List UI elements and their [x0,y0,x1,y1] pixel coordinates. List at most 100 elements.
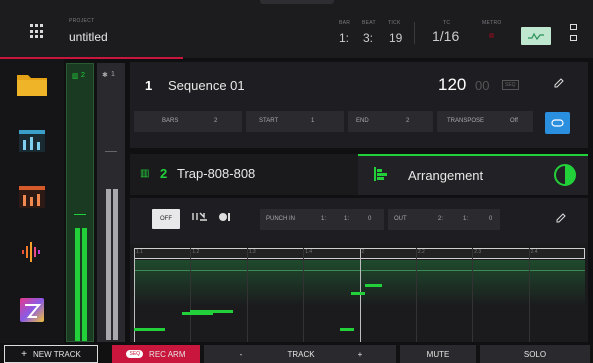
bar-label: BAR [339,20,351,26]
bars-field[interactable]: BARS 2 [134,111,242,132]
loop-icon [551,119,564,127]
level-meter-right [113,189,118,340]
play-stop-icon[interactable] [216,210,232,229]
timeline-tick-label: 1.3 [248,249,256,255]
mixer-strip-track-1[interactable]: ✱ 1 [97,63,125,342]
beat-gridline [303,248,305,342]
edit-pencil-icon[interactable] [552,76,566,95]
mixer-icon[interactable] [15,128,49,154]
arrangement-progress-icon[interactable] [553,163,577,192]
end-label: END [356,118,369,124]
track-plus-button[interactable]: + [324,345,396,363]
transpose-value: Off [510,118,518,124]
bpm-decimal[interactable]: 00 [475,78,489,93]
beat-gridline [415,248,417,342]
note-event[interactable] [190,310,233,313]
transpose-label: TRANSPOSE [447,118,485,124]
end-value: 2 [406,118,410,124]
level-meter-right [82,228,87,341]
plus-icon: + [21,348,27,360]
punch-in-field[interactable]: PUNCH IN 1: 1: 0 [260,209,384,230]
track-minus-button[interactable]: - [204,345,278,363]
beat-gridline [246,248,248,342]
sequence-panel: 1 Sequence 01 120 00 SEQ BARS 2 START 1 … [130,62,588,148]
note-event[interactable] [365,284,383,287]
tick-value[interactable]: 19 [389,31,402,45]
punch-out-bar: 2: [438,216,444,222]
punch-in-label: PUNCH IN [266,216,296,222]
note-event[interactable] [134,328,165,331]
timeline-tick-label: 1.1 [136,249,143,255]
beat-label: BEAT [362,20,376,26]
beat-value[interactable]: 3: [363,31,373,45]
tc-value[interactable]: 1/16 [432,28,459,44]
new-track-button[interactable]: + NEW TRACK [4,345,98,363]
tc-label: TC [443,20,451,26]
window-icon-2[interactable] [570,35,577,41]
timeline-tick-label: 1.2 [192,249,200,255]
rec-arm-label: REC ARM [149,349,186,359]
bpm-value[interactable]: 120 [438,75,466,95]
loop-toggle[interactable] [545,112,570,134]
rec-arm-badge: SEQ [126,350,144,358]
bar-value[interactable]: 1: [339,31,349,45]
punch-out-label: OUT [394,216,407,222]
level-meter-left [75,228,80,341]
off-button[interactable]: OFF [152,209,180,229]
punch-out-tick: 0 [489,216,493,222]
note-event[interactable] [351,292,366,295]
bars-value: 2 [214,118,218,124]
beat-gridline [190,248,192,342]
timeline-tick-label: 2.2 [417,249,425,255]
plugin-icon[interactable] [15,297,49,323]
top-handle[interactable] [260,0,334,4]
menu-grid-icon[interactable] [30,24,45,39]
mute-button[interactable]: MUTE [400,345,476,363]
sampler-icon[interactable] [15,239,49,265]
mixer-strip-track-2[interactable]: ▥ 2 [66,63,94,342]
edit-pencil-icon[interactable] [554,211,568,230]
header-bar: PROJECT untitled BAR 1: BEAT 3: TICK 19 … [0,0,593,59]
waveform-icon[interactable] [521,27,551,45]
transpose-field[interactable]: TRANSPOSE Off [437,111,533,132]
sequence-name[interactable]: Sequence 01 [168,78,245,93]
beat-gridline [528,248,530,342]
bars-label: BARS [162,118,179,124]
folder-icon[interactable] [15,71,49,97]
fader-marker [105,151,117,152]
metro-label: METRO [482,20,502,26]
note-event[interactable] [339,328,354,331]
drum-program-icon: ▥ [140,168,150,179]
record-row: OFF PUNCH IN 1: 1: 0 OUT 2: 1: 0 [130,198,588,244]
arrangement-tab[interactable]: Arrangement [358,154,588,195]
timeline-tick-label: 2 [361,249,365,255]
punch-out-beat: 1: [463,216,469,222]
rec-arm-button[interactable]: SEQ REC ARM [112,345,200,363]
left-sidebar [0,59,64,343]
step-input-icon[interactable] [190,210,210,229]
star-icon: ✱ [102,72,108,79]
metro-indicator[interactable] [489,33,494,38]
fader-marker [74,214,86,215]
project-name[interactable]: untitled [69,30,108,44]
project-label: PROJECT [69,18,95,24]
start-label: START [259,118,279,124]
seq-badge: SEQ [502,80,519,90]
end-field[interactable]: END 2 [348,111,433,132]
arrangement-label: Arrangement [408,168,484,183]
strip-number: 1 [111,71,115,78]
track-label: TRACK [278,345,324,363]
track-name[interactable]: Trap-808-808 [177,166,255,181]
strip-number: 2 [81,72,85,79]
solo-button[interactable]: SOLO [480,345,590,363]
note-grid[interactable]: 1.1 1.2 1.3 1.4 2 2.2 2.3 2.4 [130,244,588,342]
punch-out-field[interactable]: OUT 2: 1: 0 [388,209,500,230]
window-icon[interactable] [570,24,577,30]
bottom-bar: + NEW TRACK SEQ REC ARM - TRACK + MUTE S… [0,345,593,363]
timeline-tick-label: 1.4 [305,249,313,255]
channel-mixer-icon[interactable] [15,184,49,210]
beat-gridline [359,248,361,342]
divider [414,22,415,44]
start-field[interactable]: START 1 [246,111,344,132]
punch-in-bar: 1: [321,216,327,222]
